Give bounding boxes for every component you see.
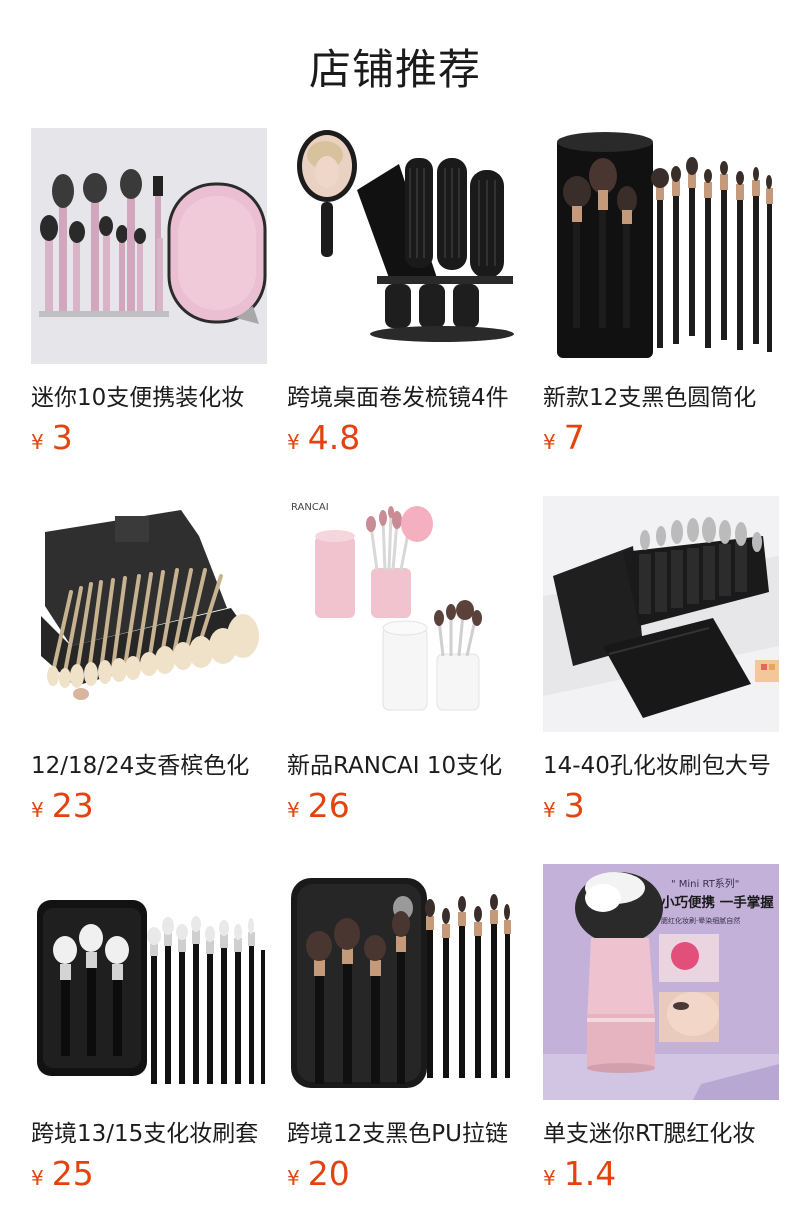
product-image[interactable]: RANCAI [287, 496, 523, 732]
product-image[interactable] [287, 864, 523, 1100]
product-image[interactable] [287, 128, 523, 364]
product-price: ¥7 [543, 418, 585, 457]
currency-symbol: ¥ [287, 430, 300, 454]
brand-logo-text: RANCAI [291, 502, 329, 513]
product-price: ¥3 [543, 786, 585, 825]
currency-symbol: ¥ [287, 1166, 300, 1190]
currency-symbol: ¥ [31, 798, 44, 822]
promo-subtext: 腮红化妆刷·晕染细腻自然 [661, 916, 740, 925]
black-brush-set-cylinder-icon [543, 128, 779, 364]
product-price: ¥1.4 [543, 1154, 616, 1193]
product-image[interactable] [543, 128, 779, 364]
promo-headline-text: 小巧便携 一手掌握 [661, 894, 774, 911]
page-title: 店铺推荐 [308, 45, 481, 94]
product-price: ¥4.8 [287, 418, 360, 457]
product-price: ¥26 [287, 786, 350, 825]
promo-series-text: " Mini RT系列" [671, 877, 739, 890]
currency-symbol: ¥ [543, 430, 556, 454]
currency-symbol: ¥ [31, 1166, 44, 1190]
price-value: 20 [307, 1154, 350, 1193]
product-name[interactable]: 单支迷你RT腮红化妆 [543, 1114, 779, 1148]
product-name[interactable]: 跨境12支黑色PU拉链 [287, 1114, 523, 1148]
product-price: ¥25 [31, 1154, 94, 1193]
price-value: 26 [307, 786, 350, 825]
brush-bag-icon [543, 496, 779, 732]
currency-symbol: ¥ [543, 798, 556, 822]
price-value: 1.4 [563, 1154, 617, 1193]
single-mini-brush-icon: " Mini RT系列" 小巧便携 一手掌握 腮红化妆刷·晕染细腻自然 [543, 864, 779, 1100]
product-name[interactable]: 跨境13/15支化妆刷套 [31, 1114, 267, 1148]
product-name[interactable]: 跨境桌面卷发梳镜4件 [287, 378, 523, 412]
product-image[interactable] [31, 496, 267, 732]
product-image[interactable] [31, 864, 267, 1100]
product-price: ¥20 [287, 1154, 350, 1193]
currency-symbol: ¥ [287, 798, 300, 822]
product-name[interactable]: 迷你10支便携装化妆 [31, 378, 267, 412]
currency-symbol: ¥ [543, 1166, 556, 1190]
champagne-brush-set-icon [31, 496, 267, 732]
pink-brush-set-with-case-icon [31, 128, 267, 364]
product-image[interactable] [543, 496, 779, 732]
price-value: 4.8 [307, 418, 361, 457]
price-value: 3 [51, 418, 73, 457]
price-value: 23 [51, 786, 94, 825]
black-pu-zip-bag-icon [287, 864, 523, 1100]
product-name[interactable]: 14-40孔化妆刷包大号 [543, 746, 779, 780]
product-price: ¥23 [31, 786, 94, 825]
comb-mirror-stand-icon [287, 128, 523, 364]
product-name[interactable]: 新品RANCAI 10支化 [287, 746, 523, 780]
product-image[interactable]: " Mini RT系列" 小巧便携 一手掌握 腮红化妆刷·晕染细腻自然 [543, 864, 779, 1100]
price-value: 7 [563, 418, 585, 457]
currency-symbol: ¥ [31, 430, 44, 454]
product-name[interactable]: 新款12支黑色圆筒化 [543, 378, 779, 412]
black-brush-set-case-icon [31, 864, 267, 1100]
product-name[interactable]: 12/18/24支香槟色化 [31, 746, 267, 780]
product-price: ¥3 [31, 418, 73, 457]
price-value: 25 [51, 1154, 94, 1193]
rancai-brush-cups-icon: RANCAI [287, 496, 523, 732]
product-image[interactable] [31, 128, 267, 364]
price-value: 3 [563, 786, 585, 825]
